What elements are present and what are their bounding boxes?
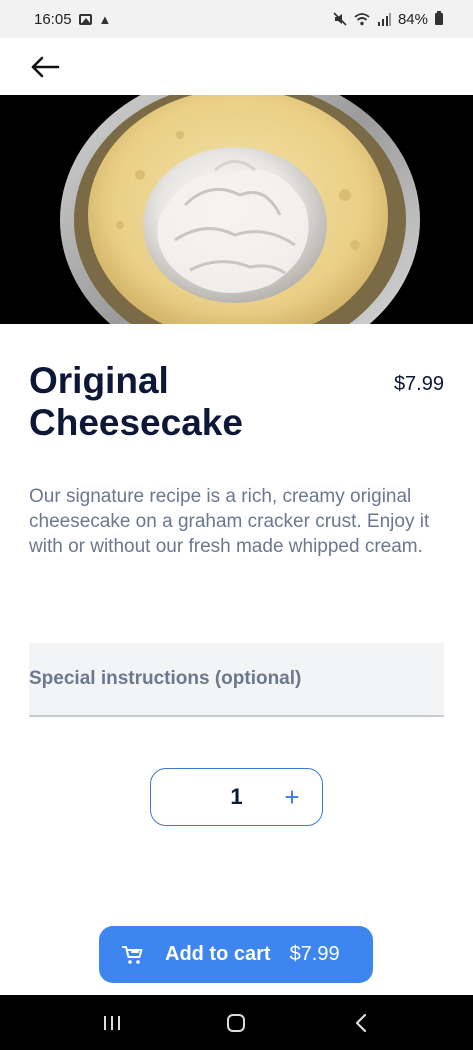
home-button[interactable] [216,1003,256,1043]
back-button[interactable] [22,48,68,86]
app-bar [0,38,473,95]
chevron-left-icon [355,1013,366,1032]
product-title: Original Cheesecake [29,360,243,443]
add-to-cart-price: $7.99 [289,943,340,965]
wifi-icon [354,12,370,25]
recent-apps-button[interactable] [92,1003,132,1043]
status-time: 16:05 [34,10,72,28]
special-instructions-input[interactable] [29,643,444,715]
add-to-cart-label: Add to cart [165,943,271,965]
product-image [0,95,473,324]
product-description: Our signature recipe is a rich, creamy o… [29,486,430,557]
battery-percent: 84% [397,10,428,28]
quantity-stepper: 1 + [150,768,323,826]
home-icon [227,1013,246,1032]
gallery-icon [78,13,92,25]
special-instructions-field[interactable] [29,643,444,717]
add-to-cart-button[interactable]: Add to cart $7.99 [99,926,373,983]
plus-icon: + [284,781,300,812]
system-back-button[interactable] [341,1003,381,1043]
mute-icon [333,12,347,26]
status-right: 84% [333,11,443,28]
drive-icon: ▲ [98,11,112,27]
status-bar: 16:05 ▲ 84% [0,0,473,38]
cart-icon [122,945,143,964]
increment-button[interactable]: + [276,780,308,814]
status-left: 16:05 ▲ [34,11,111,28]
system-nav-bar [0,995,473,1050]
signal-icon [377,12,391,26]
recent-apps-icon [104,1015,121,1030]
battery-icon [435,11,443,25]
arrow-left-icon [31,56,60,78]
product-price: $7.99 [393,373,444,395]
cheesecake-photo [0,95,473,324]
quantity-value: 1 [230,784,243,809]
